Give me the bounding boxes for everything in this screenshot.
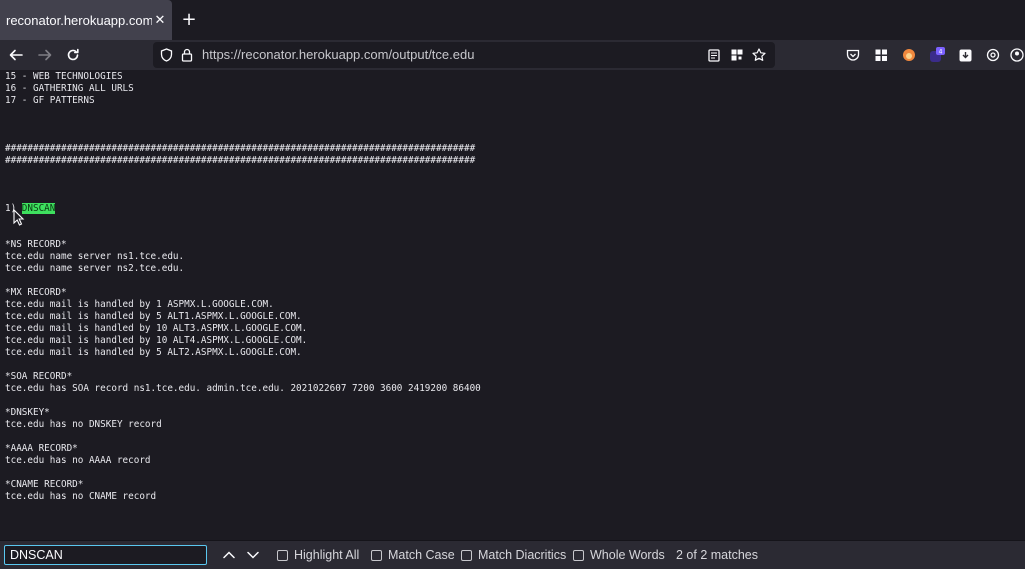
address-bar[interactable]: https://reconator.herokuapp.com/output/t… xyxy=(153,42,775,68)
arrow-right-icon xyxy=(38,49,52,61)
highlight-all-label: Highlight All xyxy=(294,548,360,562)
arrow-left-icon xyxy=(9,49,23,61)
highlight-all-box[interactable] xyxy=(277,549,288,561)
output-line: *SOA RECORD* xyxy=(5,371,73,382)
match-diacritics-label: Match Diacritics xyxy=(478,548,567,562)
reload-icon xyxy=(67,48,79,61)
reader-view-icon[interactable] xyxy=(706,47,722,63)
output-line: tce.edu mail is handled by 10 ALT3.ASPMX… xyxy=(5,323,308,334)
output-line: ########################################… xyxy=(5,143,476,154)
tab-close-icon[interactable]: ✕ xyxy=(152,13,168,28)
highlight-all-checkbox[interactable]: Highlight All xyxy=(277,547,359,563)
qr-code-icon[interactable] xyxy=(729,47,745,63)
match-diacritics-checkbox[interactable]: Match Diacritics xyxy=(461,547,566,563)
output-line: 15 - WEB TECHNOLOGIES xyxy=(5,71,123,82)
mouse-cursor-icon xyxy=(13,209,25,226)
output-line: *AAAA RECORD* xyxy=(5,443,78,454)
extension-badge: 4 xyxy=(939,49,943,56)
output-line: tce.edu mail is handled by 10 ALT4.ASPMX… xyxy=(5,335,308,346)
output-line: *DNSKEY* xyxy=(5,407,50,418)
lock-icon[interactable] xyxy=(179,47,195,63)
output-line: ########################################… xyxy=(5,155,476,166)
output-line: tce.edu mail is handled by 1 ASPMX.L.GOO… xyxy=(5,299,274,310)
output-line: 17 - GF PATTERNS xyxy=(5,95,95,106)
tab-strip: reconator.herokuapp.com/ou ✕ + xyxy=(0,0,1025,40)
extensions-grid-icon[interactable] xyxy=(873,47,889,63)
output-line: *CNAME RECORD* xyxy=(5,479,84,490)
settings-gear-icon[interactable] xyxy=(985,47,1001,63)
whole-words-checkbox[interactable]: Whole Words xyxy=(573,547,665,563)
whole-words-box[interactable] xyxy=(573,549,584,561)
match-case-box[interactable] xyxy=(371,549,382,561)
star-bookmark-icon[interactable] xyxy=(751,47,767,63)
match-case-label: Match Case xyxy=(388,548,455,562)
output-line: *NS RECORD* xyxy=(5,239,67,250)
output-line: tce.edu name server ns1.tce.edu. xyxy=(5,251,185,262)
chevron-down-icon xyxy=(247,551,259,559)
output-line-dnscan-heading: 1) DNSCAN xyxy=(5,203,481,215)
find-bar: Highlight All Match Case Match Diacritic… xyxy=(0,540,1025,569)
whole-words-label: Whole Words xyxy=(590,548,665,562)
download-box-icon[interactable] xyxy=(957,47,973,63)
output-line: tce.edu has no DNSKEY record xyxy=(5,419,162,430)
account-icon[interactable] xyxy=(1009,47,1025,63)
output-line: tce.edu name server ns2.tce.edu. xyxy=(5,263,185,274)
output-line: 16 - GATHERING ALL URLS xyxy=(5,83,134,94)
output-line: *MX RECORD* xyxy=(5,287,67,298)
fox-extension-icon[interactable] xyxy=(901,47,917,63)
match-count: 2 of 2 matches xyxy=(676,548,758,562)
new-tab-button[interactable]: + xyxy=(178,9,200,31)
back-button[interactable] xyxy=(4,43,28,67)
page-content: 15 - WEB TECHNOLOGIES 16 - GATHERING ALL … xyxy=(0,70,1025,540)
find-next-button[interactable] xyxy=(245,547,261,563)
active-tab[interactable]: reconator.herokuapp.com/ou ✕ xyxy=(0,0,172,40)
reload-button[interactable] xyxy=(61,43,85,67)
url-text[interactable]: https://reconator.herokuapp.com/output/t… xyxy=(202,47,474,62)
match-case-checkbox[interactable]: Match Case xyxy=(371,547,455,563)
output-line: tce.edu has no AAAA record xyxy=(5,455,151,466)
chevron-up-icon xyxy=(223,551,235,559)
output-line: tce.edu has no CNAME record xyxy=(5,491,157,502)
output-line: tce.edu mail is handled by 5 ALT2.ASPMX.… xyxy=(5,347,302,358)
find-input[interactable] xyxy=(4,545,207,565)
extension-with-badge-icon[interactable]: 4 xyxy=(929,47,945,63)
output-line: tce.edu mail is handled by 5 ALT1.ASPMX.… xyxy=(5,311,302,322)
find-match-highlight: DNSCAN xyxy=(21,203,56,214)
navigation-toolbar: https://reconator.herokuapp.com/output/t… xyxy=(0,40,1025,70)
match-diacritics-box[interactable] xyxy=(461,549,472,561)
shield-icon[interactable] xyxy=(158,47,174,63)
output-line: tce.edu has SOA record ns1.tce.edu. admi… xyxy=(5,383,481,394)
forward-button[interactable] xyxy=(33,43,57,67)
pocket-icon[interactable] xyxy=(845,47,861,63)
find-previous-button[interactable] xyxy=(221,547,237,563)
tab-title: reconator.herokuapp.com/ou xyxy=(6,12,152,28)
recon-output: 15 - WEB TECHNOLOGIES 16 - GATHERING ALL … xyxy=(5,71,481,540)
